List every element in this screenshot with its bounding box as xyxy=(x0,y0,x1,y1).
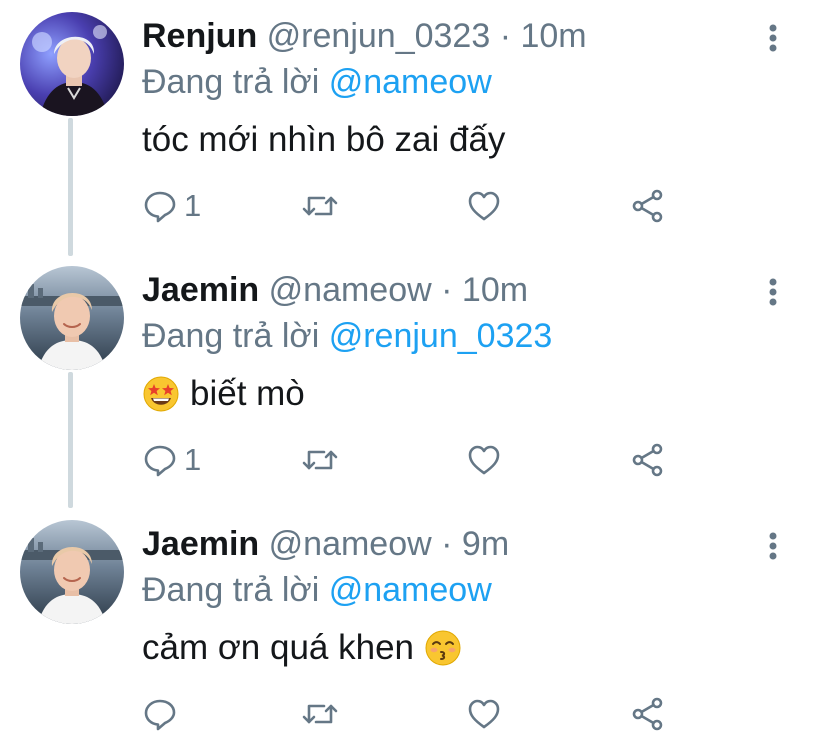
share-icon xyxy=(632,189,663,223)
replying-to: Đang trả lời @renjun_0323 xyxy=(142,314,552,358)
separator-dot: · xyxy=(441,271,453,309)
more-vertical-icon xyxy=(769,532,777,560)
tweet-text: cảm ơn quá khen xyxy=(142,625,462,671)
user-avatar-icon xyxy=(20,520,124,624)
tweet-header: Renjun @renjun_0323 · 10m xyxy=(142,14,587,58)
share-icon xyxy=(632,443,663,477)
star-struck-emoji-icon xyxy=(142,375,180,413)
like-button[interactable] xyxy=(466,438,502,482)
user-handle[interactable]: @renjun_0323 xyxy=(267,17,491,55)
replying-to: Đang trả lời @nameow xyxy=(142,60,492,104)
user-handle[interactable]: @nameow xyxy=(269,271,432,309)
avatar[interactable] xyxy=(20,520,124,624)
more-options-button[interactable] xyxy=(758,526,788,566)
conversation-thread: Renjun @renjun_0323 · 10m Đang trả lời @… xyxy=(0,0,828,746)
timestamp[interactable]: 10m xyxy=(462,271,528,309)
more-vertical-icon xyxy=(769,278,777,306)
replying-to-label: Đang trả lời xyxy=(142,63,320,101)
retweet-button[interactable] xyxy=(300,692,340,736)
timestamp[interactable]: 10m xyxy=(520,17,586,55)
share-button[interactable] xyxy=(630,184,666,228)
replying-to-label: Đang trả lời xyxy=(142,317,320,355)
timestamp[interactable]: 9m xyxy=(462,525,509,563)
reply-button[interactable] xyxy=(142,692,184,736)
share-icon xyxy=(632,697,663,731)
replying-to-mention[interactable]: @nameow xyxy=(329,63,492,101)
reply-button[interactable]: 1 xyxy=(142,438,201,482)
more-options-button[interactable] xyxy=(758,18,788,58)
kissing-emoji-icon xyxy=(424,629,462,667)
separator-dot: · xyxy=(441,525,453,563)
tweet[interactable]: Jaemin @nameow · 9m Đang trả lời @nameow… xyxy=(0,508,828,746)
tweet-text-content: biết mò xyxy=(190,374,305,413)
tweet-text-content: tóc mới nhìn bô zai đấy xyxy=(142,120,506,159)
tweet[interactable]: Jaemin @nameow · 10m Đang trả lời @renju… xyxy=(0,254,828,504)
display-name[interactable]: Jaemin xyxy=(142,525,259,563)
reply-icon xyxy=(144,445,176,477)
tweet-header: Jaemin @nameow · 9m xyxy=(142,522,509,566)
retweet-button[interactable] xyxy=(300,438,340,482)
share-button[interactable] xyxy=(630,692,666,736)
tweet-text: tóc mới nhìn bô zai đấy xyxy=(142,117,505,163)
reply-button[interactable]: 1 xyxy=(142,184,201,228)
like-button[interactable] xyxy=(466,184,502,228)
retweet-icon xyxy=(302,704,338,724)
tweet-text-content: cảm ơn quá khen xyxy=(142,628,415,667)
more-options-button[interactable] xyxy=(758,272,788,312)
separator-dot: · xyxy=(499,17,512,55)
more-vertical-icon xyxy=(769,24,777,52)
tweet-text: biết mò xyxy=(142,371,305,417)
replying-to-label: Đang trả lời xyxy=(142,571,320,609)
share-button[interactable] xyxy=(630,438,666,482)
user-handle[interactable]: @nameow xyxy=(269,525,432,563)
reply-count: 1 xyxy=(184,442,202,477)
user-avatar-icon xyxy=(20,266,124,370)
reply-icon xyxy=(144,699,176,731)
replying-to-mention[interactable]: @nameow xyxy=(329,571,492,609)
heart-icon xyxy=(468,191,500,221)
reply-icon xyxy=(144,191,176,223)
display-name[interactable]: Renjun xyxy=(142,17,257,55)
heart-icon xyxy=(468,445,500,475)
retweet-button[interactable] xyxy=(300,184,340,228)
retweet-icon xyxy=(302,450,338,470)
display-name[interactable]: Jaemin xyxy=(142,271,259,309)
user-avatar-icon xyxy=(20,12,124,116)
heart-icon xyxy=(468,699,500,729)
like-button[interactable] xyxy=(466,692,502,736)
replying-to-mention[interactable]: @renjun_0323 xyxy=(329,317,553,355)
avatar[interactable] xyxy=(20,12,124,116)
avatar[interactable] xyxy=(20,266,124,370)
reply-count: 1 xyxy=(184,188,202,223)
tweet[interactable]: Renjun @renjun_0323 · 10m Đang trả lời @… xyxy=(0,0,828,250)
replying-to: Đang trả lời @nameow xyxy=(142,568,492,612)
tweet-header: Jaemin @nameow · 10m xyxy=(142,268,528,312)
retweet-icon xyxy=(302,196,338,216)
